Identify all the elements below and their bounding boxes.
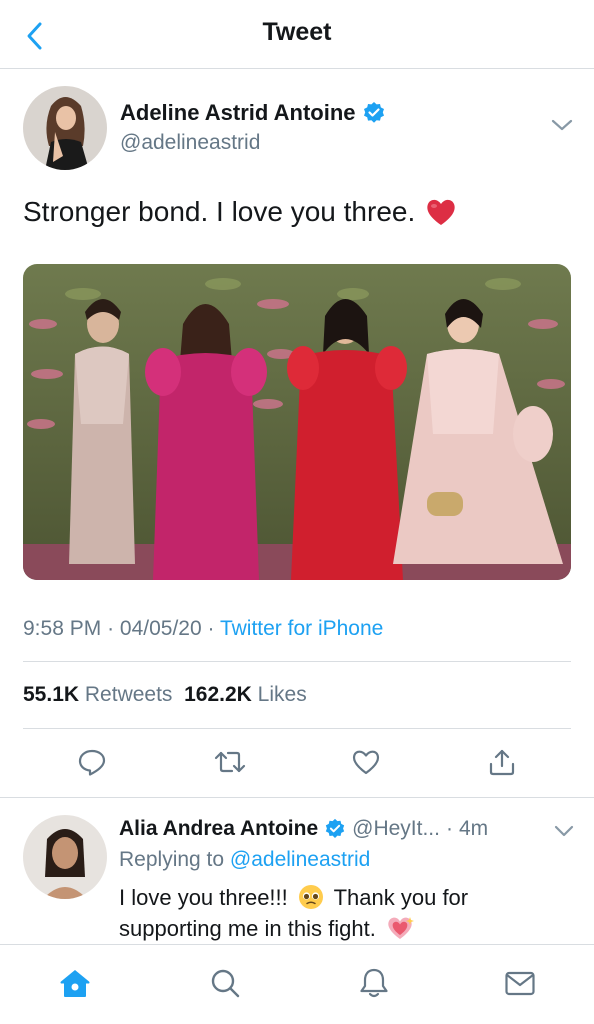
search-icon (211, 969, 240, 998)
chevron-down-icon[interactable] (548, 114, 576, 136)
retweets-count[interactable]: 55.1K (23, 683, 79, 706)
retweet-icon (214, 751, 246, 773)
tweet-source-link[interactable]: Twitter for iPhone (220, 617, 383, 640)
reply-header: Alia Andrea Antoine @HeyIt... · 4m (119, 817, 488, 841)
messages-icon (505, 971, 535, 996)
verified-badge-icon (325, 818, 345, 838)
reply-icon (78, 749, 106, 776)
reply-author-avatar[interactable] (23, 815, 107, 899)
like-button[interactable] (346, 742, 386, 782)
pleading-face-emoji-icon (298, 885, 323, 909)
nav-messages[interactable] (498, 961, 542, 1005)
sparkling-heart-emoji-icon (388, 917, 414, 939)
tweet-photo[interactable] (23, 264, 571, 580)
heart-emoji-icon (427, 199, 455, 225)
retweets-label[interactable]: Retweets (85, 683, 173, 706)
nav-search[interactable] (203, 961, 247, 1005)
author-avatar[interactable] (23, 86, 107, 170)
reply-separator: · (445, 817, 453, 840)
reply-author-name[interactable]: Alia Andrea Antoine (119, 817, 318, 841)
chevron-down-icon[interactable] (552, 821, 576, 841)
divider (0, 797, 594, 798)
divider (23, 728, 571, 729)
heart-outline-icon (353, 750, 379, 775)
tweet-timestamp: 9:58 PM · 04/05/20 · Twitter for iPhone (23, 617, 383, 641)
author-handle[interactable]: @adelineastrid (120, 131, 260, 155)
retweet-button[interactable] (210, 742, 250, 782)
tweet-time: 9:58 PM (23, 617, 102, 640)
bottom-nav (0, 944, 594, 1024)
tweet-text-body: Stronger bond. I love you three. (23, 196, 416, 227)
author-name[interactable]: Adeline Astrid Antoine (120, 100, 386, 126)
reply-text-part1: I love you three!!! (119, 885, 288, 910)
share-button[interactable] (482, 742, 522, 782)
meta-separator: · (207, 617, 220, 640)
tweet-text: Stronger bond. I love you three. (23, 196, 457, 228)
top-bar: Tweet (0, 0, 594, 69)
author-name-text: Adeline Astrid Antoine (120, 100, 356, 125)
page-title: Tweet (262, 18, 332, 46)
replying-to: Replying to @adelineastrid (119, 848, 370, 872)
tweet-date: 04/05/20 (119, 617, 202, 640)
reply-time: 4m (458, 817, 489, 840)
reply-author-handle[interactable]: @HeyIt... (352, 817, 440, 841)
likes-label[interactable]: Likes (258, 683, 307, 706)
verified-badge-icon (363, 102, 384, 123)
share-icon (489, 749, 515, 776)
tweet-actions (0, 742, 594, 786)
replying-to-handle[interactable]: @adelineastrid (230, 848, 370, 871)
nav-notifications[interactable] (352, 961, 396, 1005)
tweet-stats: 55.1K Retweets 162.2K Likes (23, 683, 307, 707)
meta-separator: · (107, 617, 120, 640)
home-icon (60, 970, 90, 997)
likes-count[interactable]: 162.2K (184, 683, 252, 706)
replying-to-label: Replying to (119, 848, 225, 871)
reply-text: I love you three!!! Thank you for suppor… (119, 882, 559, 944)
divider (23, 661, 571, 662)
reply-button[interactable] (72, 742, 112, 782)
nav-home[interactable] (53, 961, 97, 1005)
notifications-icon (360, 968, 388, 998)
